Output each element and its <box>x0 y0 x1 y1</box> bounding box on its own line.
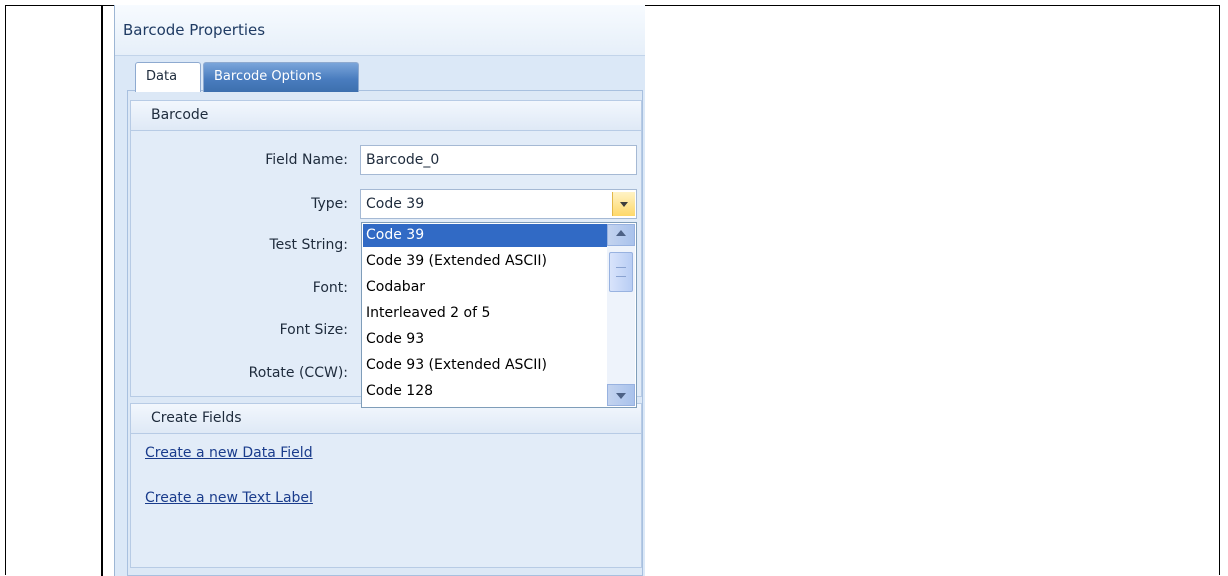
tab-data[interactable]: Data <box>135 62 201 92</box>
dropdown-scrollbar[interactable] <box>607 224 635 406</box>
font-size-label: Font Size: <box>279 322 348 338</box>
create-text-label-link[interactable]: Create a new Text Label <box>145 490 313 506</box>
create-fields-group: Create Fields <box>130 403 642 568</box>
barcode-group-header: Barcode <box>131 101 641 131</box>
create-data-field-link[interactable]: Create a new Data Field <box>145 445 313 461</box>
test-string-label: Test String: <box>269 237 348 253</box>
dropdown-option[interactable]: Code 93 <box>363 328 610 351</box>
chevron-down-icon[interactable] <box>612 192 635 216</box>
type-select[interactable]: Code 39 <box>360 189 637 219</box>
scroll-down-icon[interactable] <box>607 384 635 406</box>
dropdown-option[interactable]: Code 128 <box>363 380 610 403</box>
field-name-label: Field Name: <box>265 152 348 168</box>
rotate-label: Rotate (CCW): <box>248 365 348 381</box>
panel-title: Barcode Properties <box>123 21 266 39</box>
create-fields-header: Create Fields <box>131 404 641 434</box>
type-select-value: Code 39 <box>366 196 425 212</box>
column-divider <box>101 5 103 576</box>
tab-barcode-options[interactable]: Barcode Options <box>203 62 359 92</box>
dropdown-option[interactable]: Codabar <box>363 276 610 299</box>
dropdown-option[interactable]: Interleaved 2 of 5 <box>363 302 610 325</box>
panel-header: Barcode Properties <box>115 5 645 56</box>
scroll-up-icon[interactable] <box>607 224 635 246</box>
field-name-input[interactable]: Barcode_0 <box>360 145 637 175</box>
dropdown-option[interactable]: Code 93 (Extended ASCII) <box>363 354 610 377</box>
dropdown-option[interactable]: Code 39 (Extended ASCII) <box>363 250 610 273</box>
type-label: Type: <box>311 196 348 212</box>
font-label: Font: <box>312 280 348 296</box>
type-dropdown-list: Code 39 Code 39 (Extended ASCII) Codabar… <box>361 222 637 408</box>
dropdown-option[interactable]: Code 39 <box>363 224 610 247</box>
scroll-thumb[interactable] <box>609 252 633 292</box>
